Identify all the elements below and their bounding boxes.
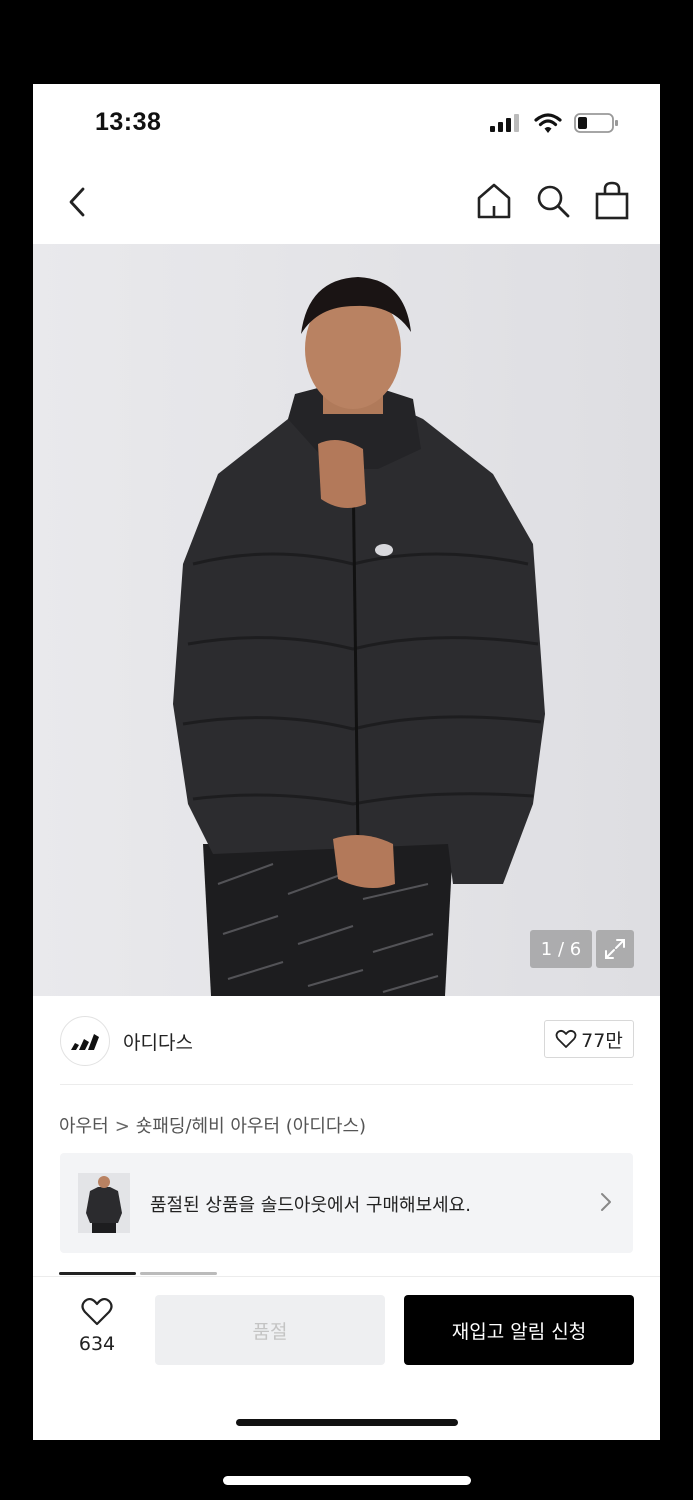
heart-outline-icon — [81, 1297, 113, 1326]
divider — [60, 1084, 633, 1085]
breadcrumb: 아우터 > 숏패딩/헤비 아우터 (아디다스) — [59, 1112, 366, 1138]
cellular-signal-icon — [490, 114, 519, 132]
top-nav — [33, 172, 660, 232]
expand-image-button[interactable] — [596, 930, 634, 968]
status-time: 13:38 — [95, 108, 162, 136]
home-icon[interactable] — [476, 182, 512, 220]
product-image-gallery[interactable]: 1 / 6 — [33, 244, 660, 996]
restock-alert-button[interactable]: 재입고 알림 신청 — [404, 1295, 634, 1365]
status-icons — [490, 112, 620, 134]
brand-name[interactable]: 아디다스 — [123, 1028, 193, 1055]
heart-outline-icon — [555, 1029, 577, 1048]
brand-row: 아디다스 77만 — [33, 996, 660, 1086]
chevron-right-icon — [601, 1193, 611, 1211]
gallery-page-indicator: 1 / 6 — [530, 930, 592, 968]
back-chevron-icon[interactable] — [63, 184, 93, 220]
search-icon[interactable] — [535, 182, 571, 220]
wishlist-button[interactable]: 634 — [63, 1297, 131, 1367]
brand-like-count: 77만 — [581, 1029, 623, 1052]
shopping-bag-icon[interactable] — [594, 180, 630, 220]
breadcrumb-category[interactable]: 아우터 — [59, 1116, 109, 1137]
home-indicator — [236, 1419, 458, 1426]
brand-like-button[interactable]: 77만 — [544, 1020, 634, 1058]
soldout-banner[interactable]: 품절된 상품을 솔드아웃에서 구매해보세요. — [60, 1153, 633, 1253]
tab-indicator-active — [59, 1272, 136, 1275]
soldout-button: 품절 — [155, 1295, 385, 1365]
outer-home-indicator — [223, 1476, 471, 1485]
product-photo — [33, 244, 660, 996]
brand-logo[interactable] — [60, 1016, 110, 1066]
status-bar: 13:38 — [33, 84, 660, 164]
bottom-action-bar: 634 품절 재입고 알림 신청 — [33, 1276, 660, 1440]
battery-icon — [574, 113, 618, 133]
phone-screen: 13:38 1 / 6 아디다스 77만 아우터 > 숏패딩/헤비 아우터 (아… — [33, 84, 660, 1440]
adidas-logo-icon — [71, 1034, 99, 1050]
expand-icon — [605, 939, 625, 959]
wishlist-count: 634 — [78, 1333, 116, 1355]
soldout-banner-text: 품절된 상품을 솔드아웃에서 구매해보세요. — [150, 1195, 471, 1216]
wifi-icon — [534, 113, 562, 133]
banner-thumbnail — [78, 1173, 130, 1233]
breadcrumb-separator: > — [114, 1116, 130, 1137]
breadcrumb-subcategory[interactable]: 숏패딩/헤비 아우터 (아디다스) — [136, 1116, 366, 1137]
tab-indicator-inactive — [140, 1272, 217, 1275]
